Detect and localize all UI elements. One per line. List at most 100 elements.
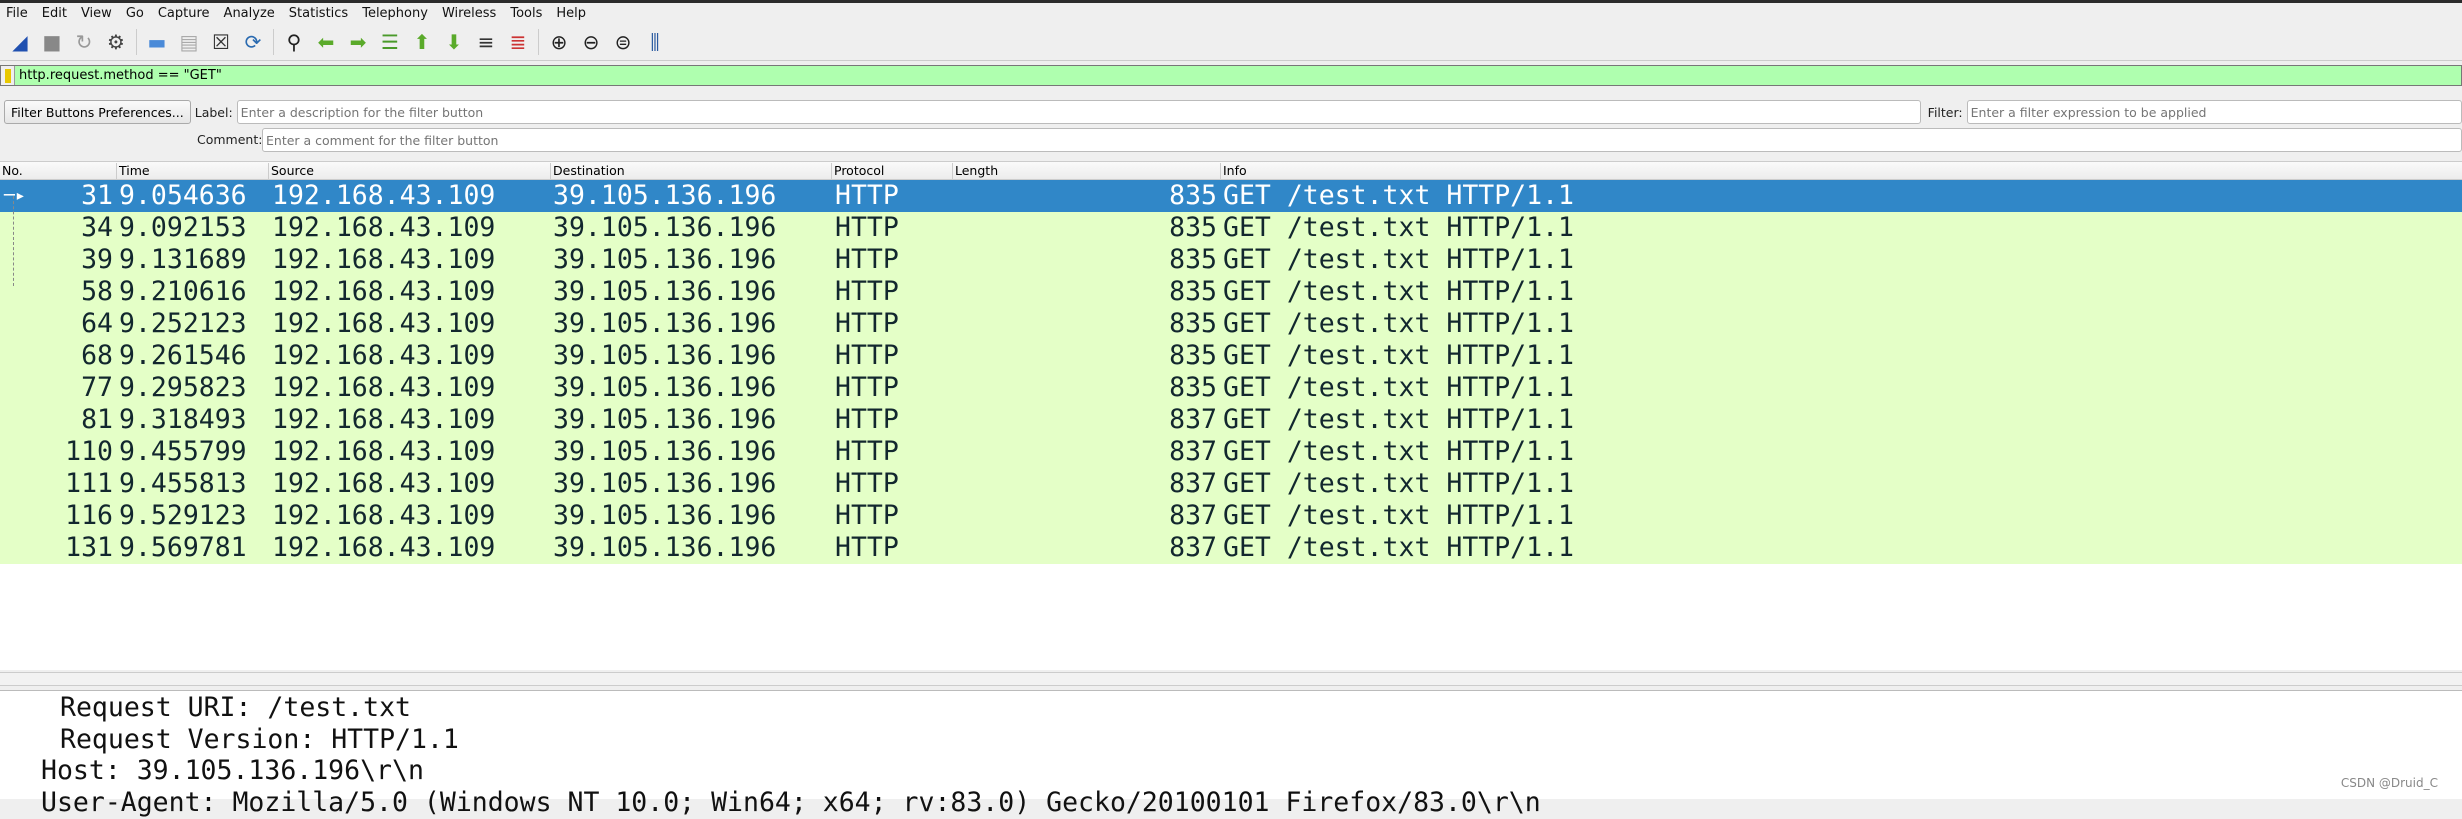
first-packet-icon[interactable]: ⬆ bbox=[408, 28, 436, 56]
menu-tools[interactable]: Tools bbox=[510, 6, 542, 21]
back-arrow-icon[interactable]: ⬅ bbox=[312, 28, 340, 56]
packet-proto: HTTP bbox=[835, 372, 899, 403]
packet-time: 9.318493 bbox=[119, 404, 247, 435]
watermark: CSDN @Druid_C bbox=[2340, 776, 2438, 790]
colorize-icon[interactable]: ≣ bbox=[504, 28, 532, 56]
packet-no: 116 bbox=[65, 500, 113, 531]
forward-arrow-icon[interactable]: ➡ bbox=[344, 28, 372, 56]
packet-len: 835 bbox=[1169, 340, 1217, 371]
menu-telephony[interactable]: Telephony bbox=[362, 6, 428, 21]
menu-capture[interactable]: Capture bbox=[158, 6, 210, 21]
menu-bar: File Edit View Go Capture Analyze Statistics Te… bbox=[0, 3, 2462, 24]
save-file-icon[interactable]: ▤ bbox=[175, 28, 203, 56]
zoom-out-icon[interactable]: ⊖ bbox=[577, 28, 605, 56]
packet-row[interactable]: 77 9.295823 192.168.43.109 39.105.136.196 HT… bbox=[0, 372, 2462, 404]
filter-expression-input[interactable] bbox=[1966, 100, 2462, 124]
packet-len: 835 bbox=[1169, 372, 1217, 403]
packet-src: 192.168.43.109 bbox=[272, 276, 496, 307]
packet-time: 9.210616 bbox=[119, 276, 247, 307]
filter-bookmark-icon[interactable] bbox=[1, 66, 15, 85]
packet-row[interactable]: 68 9.261546 192.168.43.109 39.105.136.196 HT… bbox=[0, 340, 2462, 372]
reload-icon[interactable]: ⟳ bbox=[239, 28, 267, 56]
label-input[interactable] bbox=[236, 100, 1921, 124]
packet-len: 835 bbox=[1169, 308, 1217, 339]
packet-no: 110 bbox=[65, 436, 113, 467]
find-icon[interactable]: ⚲ bbox=[280, 28, 308, 56]
last-packet-icon[interactable]: ⬇ bbox=[440, 28, 468, 56]
packet-time: 9.131689 bbox=[119, 244, 247, 275]
packet-src: 192.168.43.109 bbox=[272, 436, 496, 467]
horizontal-scrollbar[interactable] bbox=[0, 672, 2462, 686]
packet-row[interactable]: 110 9.455799 192.168.43.109 39.105.136.196 H… bbox=[0, 436, 2462, 468]
detail-line[interactable]: Host: 39.105.136.196\r\n bbox=[41, 755, 424, 787]
column-header-info[interactable]: Info bbox=[1220, 163, 1247, 180]
column-header-protocol[interactable]: Protocol bbox=[831, 163, 884, 180]
column-header-source[interactable]: Source bbox=[268, 163, 314, 180]
packet-row[interactable]: 39 9.131689 192.168.43.109 39.105.136.196 HT… bbox=[0, 244, 2462, 276]
packet-row[interactable]: 58 9.210616 192.168.43.109 39.105.136.196 HT… bbox=[0, 276, 2462, 308]
menu-file[interactable]: File bbox=[6, 6, 28, 21]
menu-statistics[interactable]: Statistics bbox=[289, 6, 348, 21]
column-header-length[interactable]: Length bbox=[952, 163, 998, 180]
packet-len: 837 bbox=[1169, 500, 1217, 531]
close-file-icon[interactable]: ☒ bbox=[207, 28, 235, 56]
resize-columns-icon[interactable]: ⫼ bbox=[641, 28, 669, 56]
packet-no: 39 bbox=[81, 244, 113, 275]
menu-analyze[interactable]: Analyze bbox=[224, 6, 275, 21]
menu-edit[interactable]: Edit bbox=[42, 6, 67, 21]
packet-info: GET /test.txt HTTP/1.1 bbox=[1223, 212, 1574, 243]
display-filter-input[interactable] bbox=[19, 68, 2233, 83]
main-toolbar: ◢ ■ ↻ ⚙ ▬ ▤ ☒ ⟳ ⚲ ⬅ ➡ ☰ ⬆ ⬇ ≡ ≣ ⊕ ⊖ ⊜ ⫼ bbox=[0, 24, 2462, 61]
packet-proto: HTTP bbox=[835, 212, 899, 243]
comment-label: Comment: bbox=[197, 132, 263, 147]
packet-row[interactable]: 64 9.252123 192.168.43.109 39.105.136.196 HT… bbox=[0, 308, 2462, 340]
packet-time: 9.455813 bbox=[119, 468, 247, 499]
options-gear-icon[interactable]: ⚙ bbox=[102, 28, 130, 56]
packet-time: 9.054636 bbox=[119, 180, 247, 211]
comment-input[interactable] bbox=[262, 128, 2462, 152]
packet-row[interactable]: 116 9.529123 192.168.43.109 39.105.136.196 H… bbox=[0, 500, 2462, 532]
go-to-packet-icon[interactable]: ☰ bbox=[376, 28, 404, 56]
comment-row: Comment: bbox=[0, 128, 2462, 153]
menu-wireless[interactable]: Wireless bbox=[442, 6, 496, 21]
packet-row[interactable]: 111 9.455813 192.168.43.109 39.105.136.196 H… bbox=[0, 468, 2462, 500]
menu-go[interactable]: Go bbox=[126, 6, 144, 21]
packet-len: 837 bbox=[1169, 468, 1217, 499]
packet-dst: 39.105.136.196 bbox=[553, 500, 777, 531]
shark-fin-start-icon[interactable]: ◢ bbox=[6, 28, 34, 56]
packet-info: GET /test.txt HTTP/1.1 bbox=[1223, 436, 1574, 467]
packet-row[interactable]: 34 9.092153 192.168.43.109 39.105.136.196 HT… bbox=[0, 212, 2462, 244]
autoscroll-icon[interactable]: ≡ bbox=[472, 28, 500, 56]
column-header-destination[interactable]: Destination bbox=[550, 163, 625, 180]
packet-info: GET /test.txt HTTP/1.1 bbox=[1223, 276, 1574, 307]
zoom-in-icon[interactable]: ⊕ bbox=[545, 28, 573, 56]
column-header-no[interactable]: No. bbox=[0, 163, 23, 180]
menu-help[interactable]: Help bbox=[556, 6, 586, 21]
packet-proto: HTTP bbox=[835, 404, 899, 435]
stop-icon[interactable]: ■ bbox=[38, 28, 66, 56]
column-header-time[interactable]: Time bbox=[116, 163, 150, 180]
menu-view[interactable]: View bbox=[81, 6, 112, 21]
packet-dst: 39.105.136.196 bbox=[553, 308, 777, 339]
packet-row[interactable]: 31 9.054636 192.168.43.109 39.105.136.196 HT… bbox=[0, 180, 2462, 212]
open-folder-icon[interactable]: ▬ bbox=[143, 28, 171, 56]
packet-src: 192.168.43.109 bbox=[272, 244, 496, 275]
zoom-normal-icon[interactable]: ⊜ bbox=[609, 28, 637, 56]
packet-no: 81 bbox=[81, 404, 113, 435]
packet-dst: 39.105.136.196 bbox=[553, 532, 777, 563]
detail-line[interactable]: Request URI: /test.txt bbox=[60, 692, 411, 724]
detail-line[interactable]: Request Version: HTTP/1.1 bbox=[60, 724, 459, 756]
packet-proto: HTTP bbox=[835, 532, 899, 563]
packet-row[interactable]: 81 9.318493 192.168.43.109 39.105.136.196 HT… bbox=[0, 404, 2462, 436]
packet-len: 837 bbox=[1169, 436, 1217, 467]
packet-proto: HTTP bbox=[835, 180, 899, 211]
detail-line[interactable]: User-Agent: Mozilla/5.0 (Windows NT 10.0… bbox=[41, 787, 1541, 819]
label-label: Label: bbox=[194, 104, 233, 120]
filter-buttons-preferences-button[interactable]: Filter Buttons Preferences... bbox=[4, 100, 191, 124]
restart-icon[interactable]: ↻ bbox=[70, 28, 98, 56]
packet-row[interactable]: 131 9.569781 192.168.43.109 39.105.136.196 H… bbox=[0, 532, 2462, 564]
packet-details-pane: Request URI: /test.txt Request Version: H… bbox=[0, 690, 2462, 818]
packet-len: 837 bbox=[1169, 532, 1217, 563]
related-packet-line bbox=[13, 196, 14, 286]
packet-dst: 39.105.136.196 bbox=[553, 180, 777, 211]
